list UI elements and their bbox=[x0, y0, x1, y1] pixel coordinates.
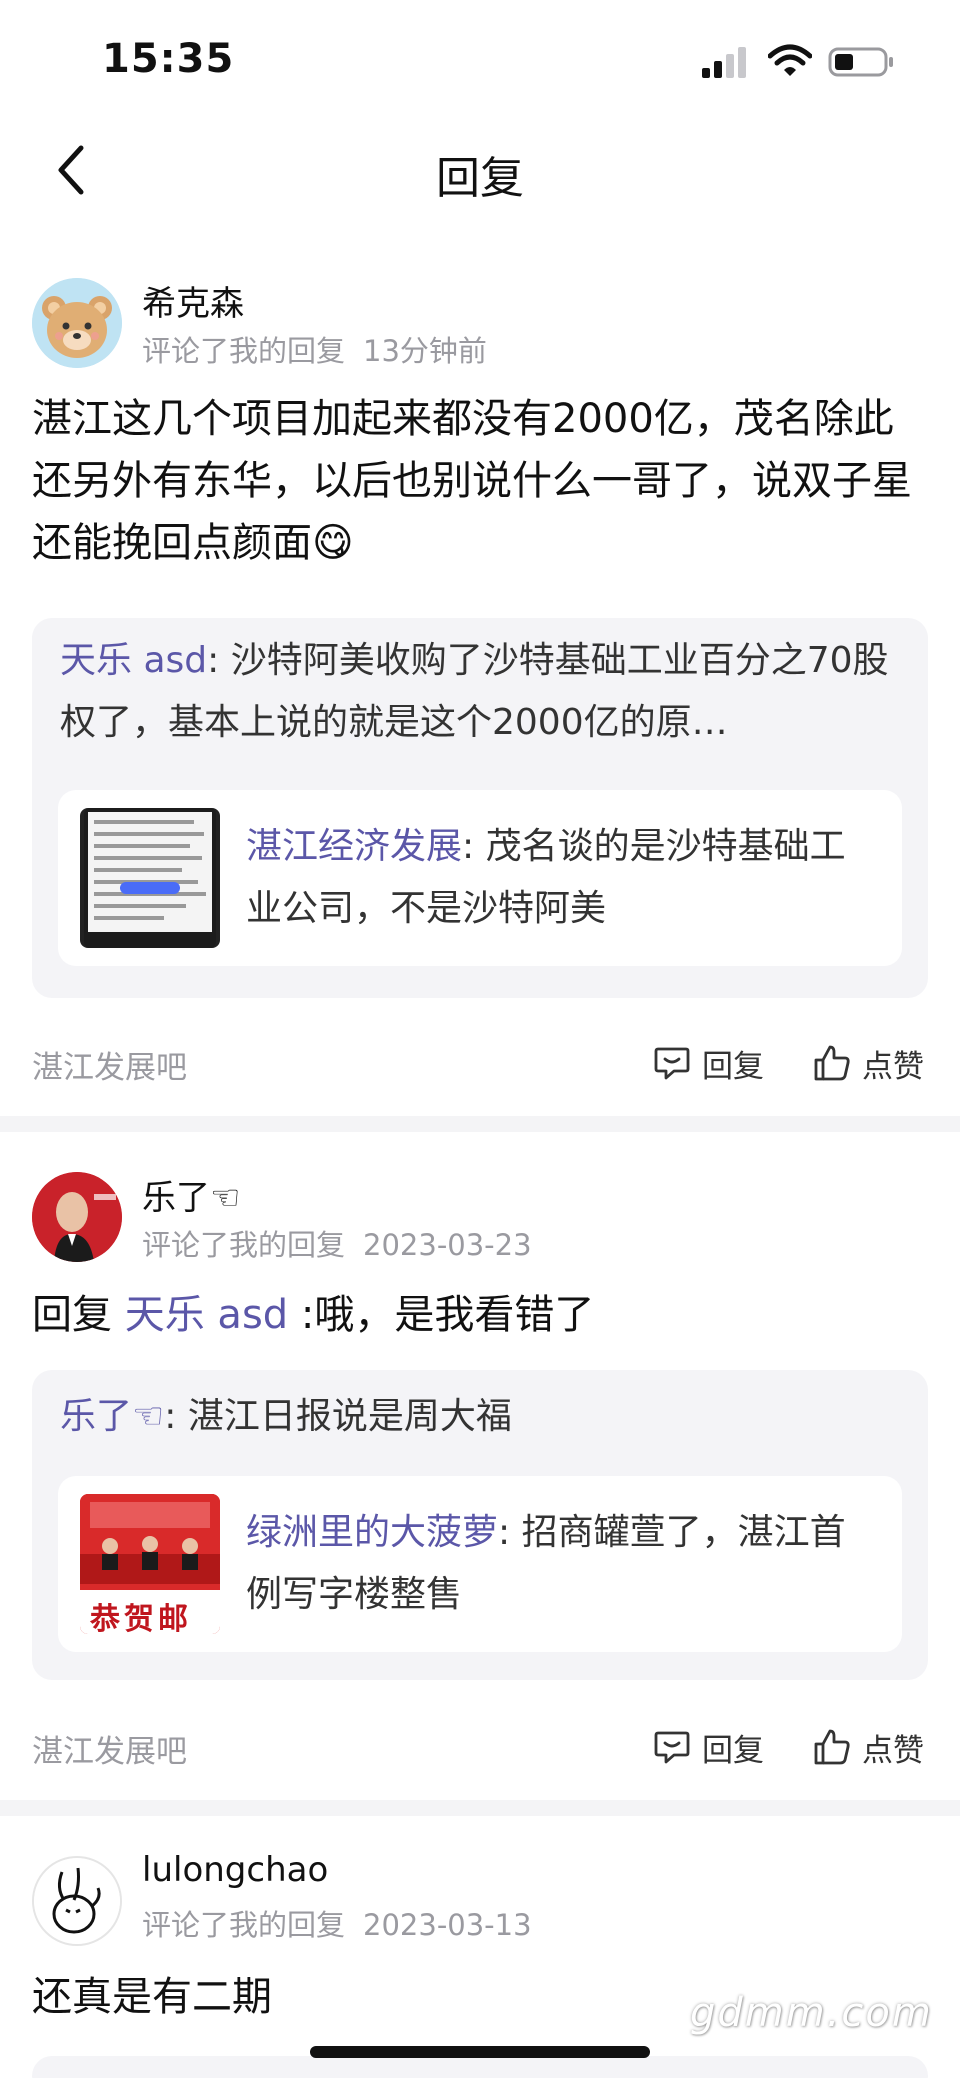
post-thumbnail: 恭贺邮 bbox=[80, 1494, 220, 1634]
thumbs-up-icon bbox=[814, 1045, 850, 1081]
avatar[interactable] bbox=[32, 1856, 122, 1946]
action-text: 评论了我的回复 bbox=[142, 1908, 346, 1942]
action-text: 评论了我的回复 bbox=[142, 334, 346, 368]
quoted-username[interactable]: 天乐 asd bbox=[60, 640, 207, 681]
section-divider bbox=[0, 1116, 960, 1132]
avatar[interactable] bbox=[32, 1172, 122, 1262]
timestamp: 13分钟前 bbox=[363, 334, 487, 368]
battery-icon bbox=[828, 47, 893, 77]
wifi-icon bbox=[768, 44, 812, 76]
original-post-author[interactable]: 湛江经济发展 bbox=[246, 826, 462, 867]
original-post-card[interactable]: 恭贺邮 绿洲里的大菠萝: 招商罐萱了，湛江首例写字楼整售 bbox=[58, 1476, 902, 1652]
forum-name[interactable]: 湛江发展吧 bbox=[32, 1726, 187, 1771]
comment-item[interactable]: lulongchao 评论了我的回复 2023-03-13 还真是有二期 bbox=[0, 1848, 960, 2078]
reply-button[interactable]: 回复 bbox=[652, 1038, 764, 1088]
cellular-signal-icon bbox=[702, 47, 746, 78]
watermark: gdmm.com bbox=[690, 1990, 933, 2036]
rabbit-avatar-icon bbox=[34, 1858, 120, 1944]
comment-footer: 湛江发展吧 回复 点赞 bbox=[0, 1032, 960, 1092]
quoted-reply[interactable] bbox=[32, 2056, 928, 2078]
comment-text: 湛江这几个项目加起来都没有2000亿，茂名除此还另外有东华，以后也别说什么一哥了… bbox=[32, 396, 912, 566]
quoted-reply[interactable]: 乐了☜: 湛江日报说是周大福 恭贺邮 绿洲里的大菠萝: 招商罐萱了，湛江首例写字… bbox=[32, 1370, 928, 1680]
comment-footer: 湛江发展吧 回复 点赞 bbox=[0, 1716, 960, 1776]
portrait-avatar-icon bbox=[32, 1172, 122, 1262]
status-bar: 15:35 bbox=[0, 0, 960, 120]
comment-meta: 评论了我的回复 13分钟前 bbox=[142, 328, 487, 370]
comment-bubble-icon bbox=[654, 1731, 690, 1764]
nav-bar: 回复 bbox=[0, 120, 960, 220]
timestamp: 2023-03-13 bbox=[363, 1908, 532, 1942]
comment-item[interactable]: 希克森 评论了我的回复 13分钟前 湛江这几个项目加起来都没有2000亿，茂名除此… bbox=[0, 270, 960, 1130]
comment-bubble-icon bbox=[654, 1047, 690, 1080]
comment-meta: 评论了我的回复 2023-03-13 bbox=[142, 1902, 532, 1944]
username[interactable]: 乐了☜ bbox=[142, 1170, 240, 1219]
avatar[interactable] bbox=[32, 278, 122, 368]
original-post-text: 绿洲里的大菠萝: 招商罐萱了，湛江首例写字楼整售 bbox=[246, 1512, 846, 1615]
phone-screenshot-icon bbox=[84, 808, 216, 948]
quoted-reply[interactable]: 天乐 asd: 沙特阿美收购了沙特基础工业百分之70股权了，基本上说的就是这个2… bbox=[32, 618, 928, 998]
like-button[interactable]: 点赞 bbox=[812, 1038, 924, 1088]
forum-name[interactable]: 湛江发展吧 bbox=[32, 1042, 187, 1087]
quoted-username[interactable]: 乐了☜ bbox=[60, 1396, 164, 1437]
comment-meta: 评论了我的回复 2023-03-23 bbox=[142, 1222, 532, 1264]
original-post-card[interactable]: 湛江经济发展: 茂名谈的是沙特基础工业公司，不是沙特阿美 bbox=[58, 790, 902, 966]
post-thumbnail bbox=[80, 808, 220, 948]
thumbnail-caption: 恭贺邮 bbox=[90, 1602, 192, 1634]
bear-avatar-icon bbox=[32, 278, 122, 368]
home-indicator[interactable] bbox=[310, 2046, 650, 2058]
mention-link[interactable]: 天乐 asd bbox=[125, 1292, 288, 1338]
thumbs-up-icon bbox=[814, 1729, 850, 1765]
status-time: 15:35 bbox=[102, 36, 235, 82]
original-post-author[interactable]: 绿洲里的大菠萝 bbox=[246, 1512, 498, 1553]
original-post-text: 湛江经济发展: 茂名谈的是沙特基础工业公司，不是沙特阿美 bbox=[246, 826, 846, 929]
comment-item[interactable]: 乐了☜ 评论了我的回复 2023-03-23 回复 天乐 asd :哦，是我看错了… bbox=[0, 1160, 960, 1800]
section-divider bbox=[0, 1800, 960, 1816]
quoted-reply-text: 天乐 asd: 沙特阿美收购了沙特基础工业百分之70股权了，基本上说的就是这个2… bbox=[60, 640, 889, 743]
page-title: 回复 bbox=[436, 153, 524, 204]
username[interactable]: 希克森 bbox=[142, 276, 244, 325]
action-text: 评论了我的回复 bbox=[142, 1228, 346, 1262]
like-button[interactable]: 点赞 bbox=[812, 1722, 924, 1772]
comment-text: 回复 天乐 asd :哦，是我看错了 bbox=[32, 1292, 595, 1338]
timestamp: 2023-03-23 bbox=[363, 1228, 532, 1262]
quoted-reply-text: 乐了☜: 湛江日报说是周大福 bbox=[60, 1396, 512, 1437]
username[interactable]: lulongchao bbox=[142, 1850, 328, 1890]
reply-button[interactable]: 回复 bbox=[652, 1722, 764, 1772]
